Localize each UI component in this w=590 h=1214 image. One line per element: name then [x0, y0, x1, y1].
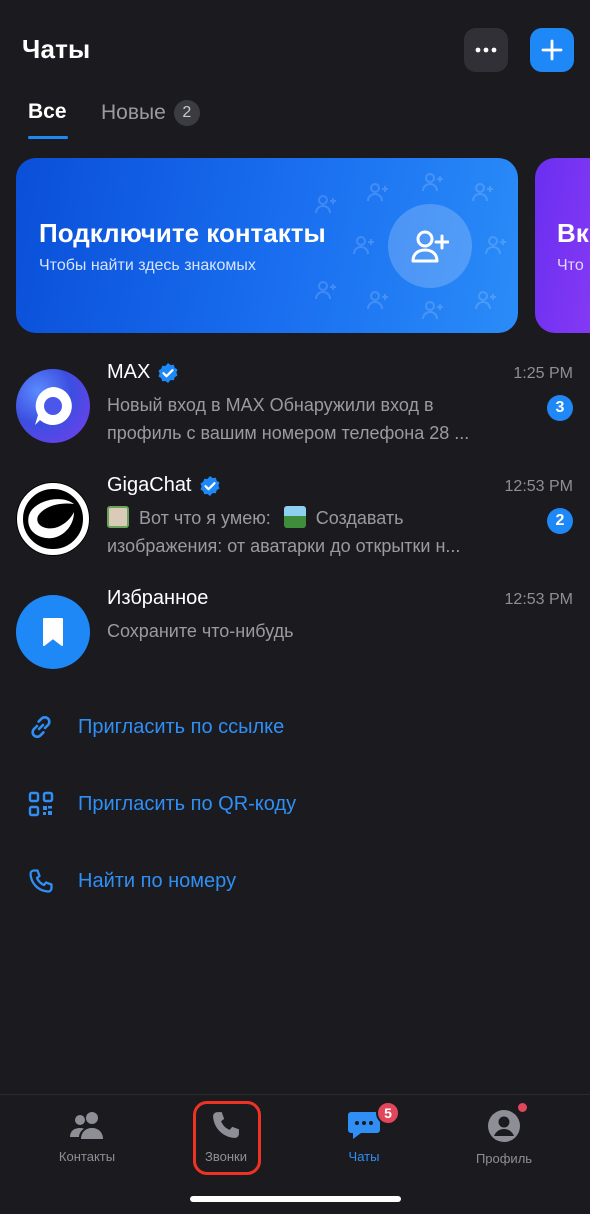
- chat-name-text: Избранное: [107, 587, 209, 609]
- tab-new-badge: 2: [173, 100, 200, 126]
- plus-icon: [541, 39, 563, 61]
- invite-by-link-button[interactable]: Пригласить по ссылке: [0, 702, 590, 752]
- action-label: Найти по номеру: [78, 869, 237, 892]
- gigachat-logo-icon: [17, 483, 89, 555]
- chat-preview-line: изображения: от аватарки до открытки н..…: [107, 536, 461, 556]
- nav-label: Контакты: [58, 1149, 116, 1164]
- invite-by-qr-button[interactable]: Пригласить по QR-коду: [0, 779, 590, 829]
- verified-icon: [158, 362, 178, 383]
- phone-icon: [29, 869, 53, 893]
- avatar-max: [16, 369, 90, 443]
- chat-preview: Сохраните что-нибудь: [107, 617, 532, 645]
- chat-time: 12:53 PM: [504, 591, 573, 608]
- chat-name: MAX: [107, 361, 179, 384]
- nav-profile[interactable]: Профиль: [444, 1103, 564, 1166]
- qr-code-icon: [28, 791, 54, 817]
- add-contact-pattern-icon: [315, 281, 336, 300]
- more-button[interactable]: [464, 28, 508, 72]
- action-label: Пригласить по ссылке: [78, 715, 285, 738]
- add-contact-icon: [411, 230, 449, 263]
- nav-chats[interactable]: 5 Чаты: [304, 1101, 424, 1164]
- add-contact-pattern-icon: [353, 236, 374, 255]
- chat-preview-line: Вот что я умею: Создавать: [107, 504, 532, 532]
- verified-icon: [200, 475, 219, 496]
- add-contact-button[interactable]: [388, 204, 472, 288]
- tab-new[interactable]: Новые 2: [101, 100, 200, 126]
- nav-label: Чаты: [348, 1149, 380, 1164]
- chat-preview-text: Создавать: [315, 508, 404, 528]
- bookmark-icon: [43, 618, 63, 646]
- banner-subtitle: Чтобы найти здесь знакомых: [39, 257, 256, 274]
- nav-chats-badge: 5: [376, 1101, 400, 1125]
- tab-active-indicator: [28, 136, 68, 139]
- chat-time: 1:25 PM: [513, 365, 573, 382]
- profile-notification-dot: [518, 1103, 527, 1112]
- chat-preview-line: Сохраните что-нибудь: [107, 621, 294, 641]
- chat-tabs: Все Новые 2: [0, 98, 590, 142]
- home-indicator[interactable]: [190, 1196, 401, 1202]
- chat-name: GigaChat: [107, 474, 221, 497]
- banner-title: Подключите контакты: [39, 218, 326, 248]
- add-contact-pattern-icon: [472, 183, 493, 202]
- nav-label: Профиль: [475, 1151, 533, 1166]
- header: Чаты: [0, 28, 590, 76]
- chat-preview-text: Вот что я умею:: [139, 508, 271, 528]
- avatar-gigachat: [16, 482, 90, 556]
- secondary-banner-subtitle: Что: [557, 257, 584, 274]
- connect-contacts-banner[interactable]: Подключите контакты Чтобы найти здесь зн…: [16, 158, 518, 333]
- chats-screen: Чаты Все Новые 2 Подключите контакты Что…: [0, 0, 590, 1214]
- contacts-icon: [70, 1112, 103, 1139]
- chat-time: 12:53 PM: [504, 478, 573, 495]
- add-contact-pattern-icon: [422, 301, 443, 320]
- calls-highlight-outline: [193, 1101, 261, 1175]
- max-logo-icon: [35, 387, 72, 425]
- chat-preview-line: профиль с вашим номером телефона 28 ...: [107, 423, 470, 443]
- add-contact-pattern-icon: [367, 183, 388, 202]
- secondary-banner-title: Вк: [557, 218, 589, 248]
- chat-item-gigachat[interactable]: GigaChat 12:53 PM Вот что я умею: Создав…: [0, 474, 590, 594]
- image-thumbnail-icon: [107, 506, 129, 528]
- tab-all[interactable]: Все: [28, 100, 67, 124]
- image-thumbnail-icon: [283, 506, 306, 528]
- page-title: Чаты: [22, 34, 91, 64]
- find-by-number-button[interactable]: Найти по номеру: [0, 856, 590, 906]
- add-contact-pattern-icon: [422, 173, 443, 192]
- profile-icon: [488, 1110, 520, 1142]
- nav-contacts[interactable]: Контакты: [27, 1109, 147, 1164]
- avatar-favorites: [16, 595, 90, 669]
- chat-item-max[interactable]: MAX 1:25 PM Новый вход в MAX Обнаружили …: [0, 361, 590, 481]
- unread-badge: 3: [547, 395, 573, 421]
- chat-name: Избранное: [107, 587, 208, 610]
- chat-name-text: MAX: [107, 361, 151, 383]
- chat-preview: Новый вход в MAX Обнаружили вход в профи…: [107, 391, 532, 447]
- chat-preview: Вот что я умею: Создавать изображения: о…: [107, 504, 532, 560]
- tab-new-label: Новые: [101, 101, 166, 124]
- chat-name-text: GigaChat: [107, 474, 192, 496]
- action-label: Пригласить по QR-коду: [78, 792, 297, 815]
- add-contact-pattern-icon: [485, 236, 506, 255]
- link-icon: [31, 715, 51, 739]
- secondary-banner[interactable]: Вк Что: [535, 158, 590, 333]
- chat-item-favorites[interactable]: Избранное 12:53 PM Сохраните что-нибудь: [0, 587, 590, 707]
- chat-preview-line: Новый вход в MAX Обнаружили вход в: [107, 395, 434, 415]
- new-chat-button[interactable]: [530, 28, 574, 72]
- add-contact-pattern-icon: [367, 291, 388, 310]
- unread-badge: 2: [547, 508, 573, 534]
- add-contact-pattern-icon: [315, 195, 336, 214]
- add-contact-pattern-icon: [475, 291, 496, 310]
- more-horizontal-icon: [475, 47, 497, 53]
